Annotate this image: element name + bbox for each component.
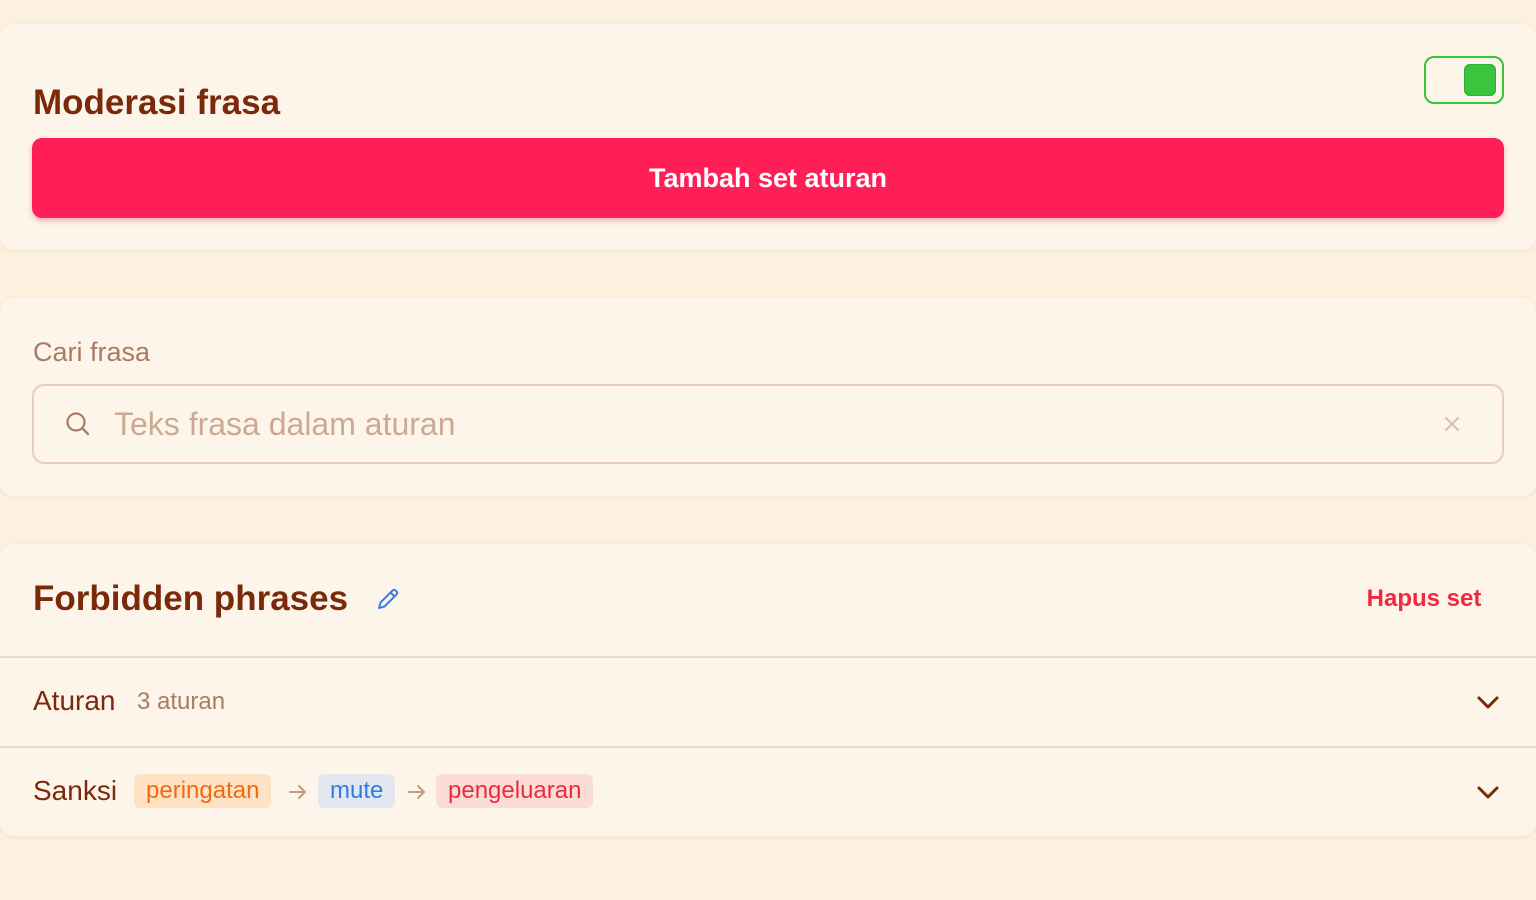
search-icon [66, 412, 90, 436]
rule-set-title: Forbidden phrases [33, 579, 349, 618]
delete-set-button[interactable]: Hapus set [1356, 582, 1492, 616]
sanction-chip-mute: mute [318, 774, 396, 808]
toggle-knob [1464, 64, 1496, 96]
close-icon[interactable] [1438, 410, 1466, 438]
search-label: Cari frasa [33, 337, 151, 367]
rules-label: Aturan [33, 685, 116, 716]
moderation-toggle[interactable] [1424, 56, 1504, 104]
moderation-title: Moderasi frasa [33, 83, 281, 122]
rule-set-card: Forbidden phrases Hapus set Aturan 3 atu… [0, 544, 1536, 836]
rules-count: 3 aturan [137, 688, 226, 715]
moderation-card: Moderasi frasa Tambah set aturan [0, 24, 1536, 250]
sanctions-label: Sanksi [33, 775, 118, 806]
rules-row[interactable]: Aturan 3 aturan [0, 656, 1536, 746]
search-box [32, 384, 1504, 464]
pencil-icon[interactable] [374, 585, 402, 613]
sanction-chip-warning: peringatan [134, 774, 272, 808]
arrow-right-icon [289, 785, 306, 799]
chevron-down-icon[interactable] [1474, 778, 1502, 806]
sanction-chip-kick: pengeluaran [436, 774, 594, 808]
search-card: Cari frasa [0, 298, 1536, 496]
sanctions-row[interactable]: Sanksi peringatan mute pengeluaran [0, 746, 1536, 836]
search-input[interactable] [114, 386, 1414, 462]
chevron-down-icon[interactable] [1474, 688, 1502, 716]
arrow-right-icon [408, 785, 425, 799]
add-rule-set-button[interactable]: Tambah set aturan [32, 138, 1504, 218]
